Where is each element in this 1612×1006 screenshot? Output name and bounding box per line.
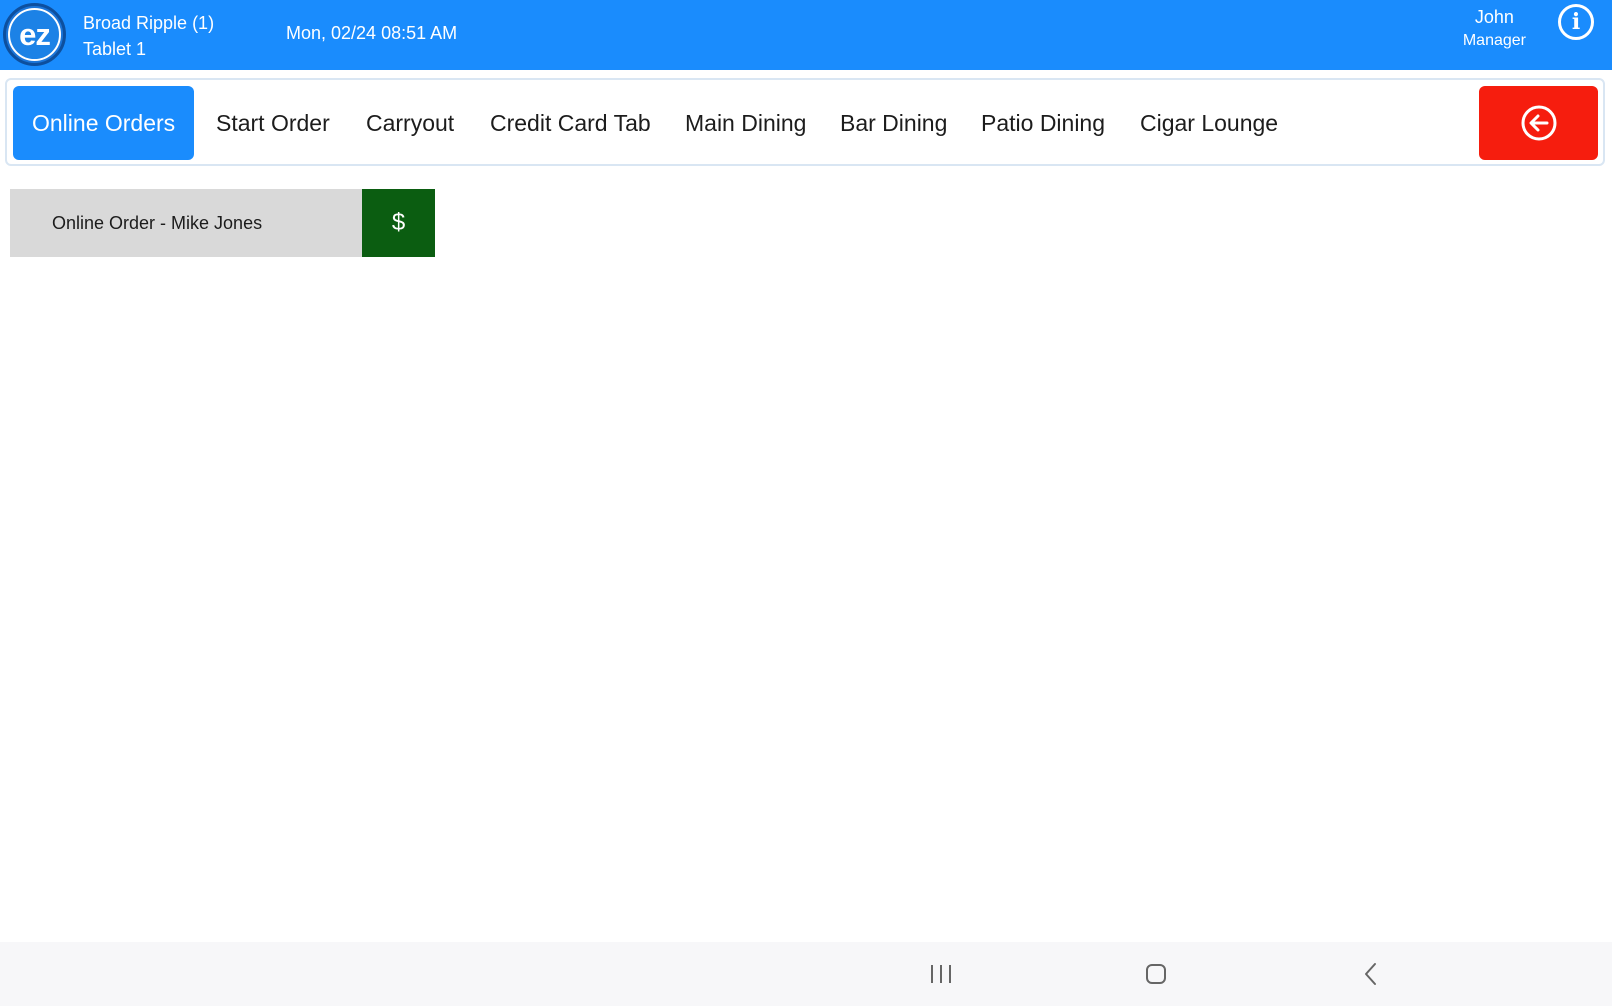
- arrow-left-circle-icon: [1521, 105, 1556, 141]
- user-role: Manager: [1462, 32, 1526, 49]
- tab-start-order[interactable]: Start Order: [197, 86, 349, 160]
- order-type-tabs: Online Orders Start Order Carryout Credi…: [5, 78, 1605, 166]
- tab-cigar-lounge[interactable]: Cigar Lounge: [1121, 86, 1297, 160]
- location-name: Broad Ripple (1): [83, 13, 215, 33]
- order-card[interactable]: Online Order - Mike Jones $: [10, 189, 435, 257]
- system-nav-bar: [0, 942, 1612, 1006]
- back-icon[interactable]: [1353, 956, 1389, 992]
- tab-credit-card-tab[interactable]: Credit Card Tab: [471, 86, 670, 160]
- date-time: Mon, 02/24 08:51 AM: [286, 23, 458, 43]
- order-label[interactable]: Online Order - Mike Jones: [10, 189, 362, 257]
- tab-carryout[interactable]: Carryout: [347, 86, 473, 160]
- tab-online-orders[interactable]: Online Orders: [13, 86, 195, 160]
- pay-button[interactable]: $: [362, 189, 435, 257]
- top-bar: ez Broad Ripple (1) Tablet 1 Mon, 02/24 …: [0, 0, 1612, 70]
- info-icon[interactable]: i: [1558, 4, 1594, 40]
- recent-apps-icon[interactable]: [923, 956, 959, 992]
- tab-main-dining[interactable]: Main Dining: [666, 86, 825, 160]
- exit-button[interactable]: [1479, 86, 1598, 160]
- tab-patio-dining[interactable]: Patio Dining: [962, 86, 1124, 160]
- ez-logo[interactable]: ez: [3, 3, 66, 66]
- user-info[interactable]: John Manager: [1463, 5, 1526, 53]
- user-name: John: [1474, 7, 1514, 27]
- location-info: Broad Ripple (1) Tablet 1: [83, 10, 214, 62]
- home-icon[interactable]: [1138, 956, 1174, 992]
- logo-text: ez: [8, 8, 61, 61]
- tab-bar-dining[interactable]: Bar Dining: [821, 86, 966, 160]
- device-name: Tablet 1: [83, 39, 147, 59]
